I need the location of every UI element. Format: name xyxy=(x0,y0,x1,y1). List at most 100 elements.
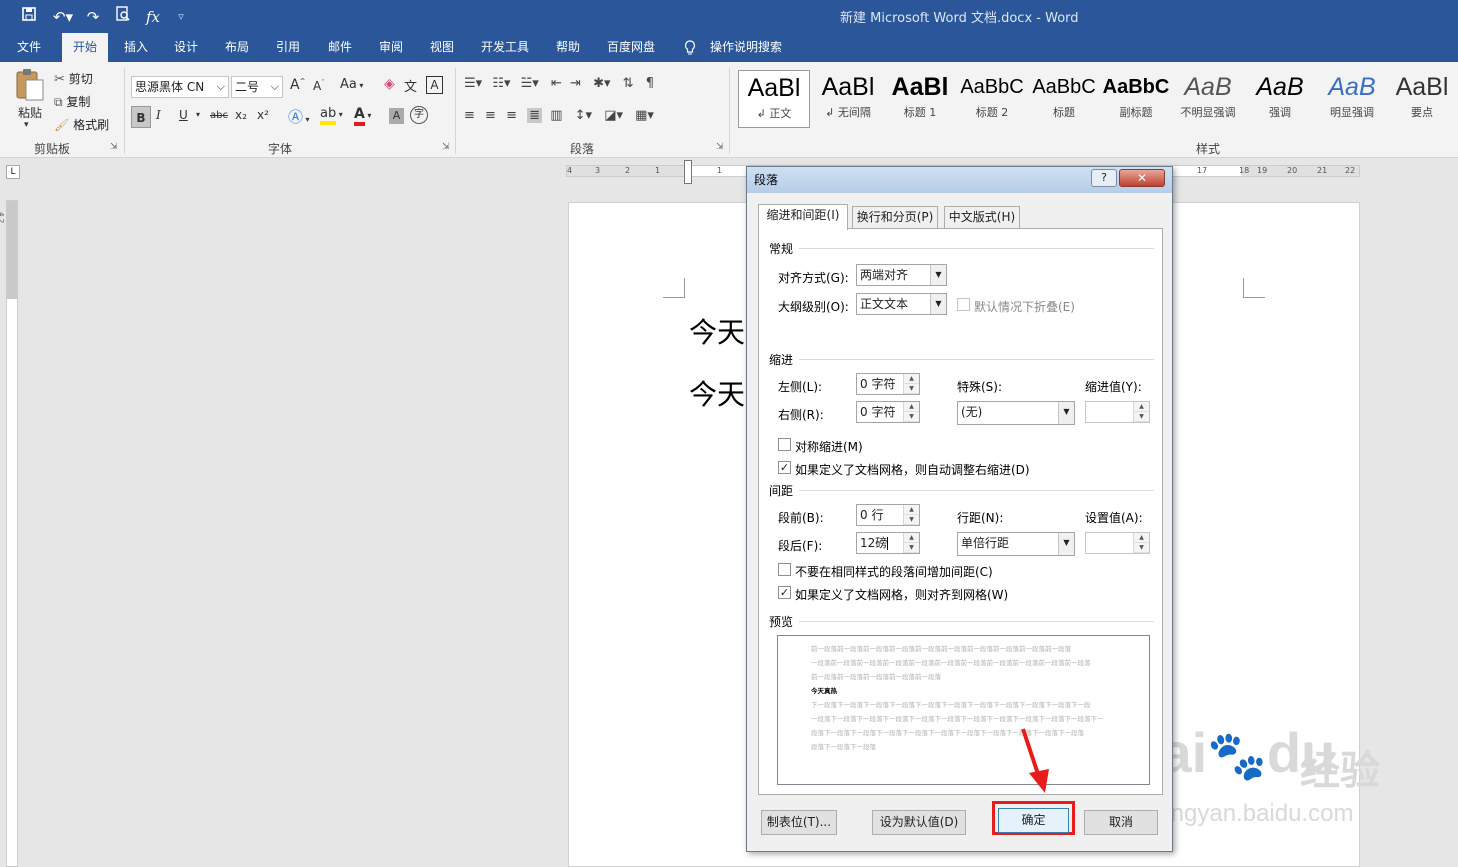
borders-icon[interactable]: ▦▾ xyxy=(635,108,654,123)
multilevel-list-icon[interactable]: ☱▾ xyxy=(521,76,539,91)
font-name-combo[interactable]: 思源黑体 CN ⌵ xyxy=(131,76,229,98)
decrease-indent-icon[interactable]: ⇤ xyxy=(551,76,562,91)
spacing-after-input[interactable]: 12磅 ▲ ▼ xyxy=(856,532,920,554)
close-icon[interactable]: ✕ xyxy=(1119,169,1165,187)
tab-help[interactable]: 帮助 xyxy=(546,33,590,62)
mirror-indent-checkbox[interactable] xyxy=(778,438,791,451)
ok-button[interactable]: 确定 xyxy=(998,808,1069,833)
tell-me-search[interactable]: 操作说明搜索 xyxy=(704,33,788,62)
highlight-icon[interactable]: ab ▾ xyxy=(320,106,343,125)
style-no-spacing[interactable]: AaBl ↲ 无间隔 xyxy=(812,70,884,128)
change-case-button[interactable]: Aa ▾ xyxy=(340,77,363,92)
spinner[interactable]: ▲ ▼ xyxy=(903,374,919,394)
tab-review[interactable]: 审阅 xyxy=(369,33,413,62)
style-subtle-emphasis[interactable]: AaB 不明显强调 xyxy=(1172,70,1244,128)
spacing-before-input[interactable]: 0 行 ▲ ▼ xyxy=(856,504,920,526)
bold-button[interactable]: B xyxy=(131,106,151,128)
style-normal[interactable]: AaBl ↲ 正文 xyxy=(738,70,810,128)
style-intense-emphasis[interactable]: AaB 明显强调 xyxy=(1316,70,1388,128)
auto-adjust-indent-checkbox[interactable]: ✓ xyxy=(778,461,791,474)
distributed-icon[interactable]: ▥ xyxy=(550,108,562,123)
paragraph-launcher-icon[interactable]: ⇲ xyxy=(716,142,724,152)
spinner[interactable]: ▲ ▼ xyxy=(903,402,919,422)
indent-by-input[interactable]: ▲ ▼ xyxy=(1085,401,1150,423)
character-border-icon[interactable]: A xyxy=(426,76,443,94)
tab-indents-spacing[interactable]: 缩进和间距(I) xyxy=(758,204,848,230)
strikethrough-button[interactable]: abc xyxy=(210,110,228,121)
align-left-icon[interactable]: ≡ xyxy=(464,108,475,123)
snap-to-grid-checkbox[interactable]: ✓ xyxy=(778,586,791,599)
set-default-button[interactable]: 设为默认值(D) xyxy=(872,810,966,835)
italic-button[interactable]: I xyxy=(156,108,161,122)
tab-home[interactable]: 开始 xyxy=(62,33,108,62)
document-line-2[interactable]: 今天 xyxy=(689,373,745,413)
style-emphasis[interactable]: AaB 强调 xyxy=(1244,70,1316,128)
indent-marker[interactable] xyxy=(684,160,692,184)
increase-indent-icon[interactable]: ⇥ xyxy=(570,76,581,91)
spinner[interactable]: ▲ ▼ xyxy=(1133,402,1149,422)
help-button[interactable]: ? xyxy=(1091,169,1117,187)
outline-level-select[interactable]: 正文文本 ▼ xyxy=(856,293,947,315)
tab-mailings[interactable]: 邮件 xyxy=(318,33,362,62)
cut-button[interactable]: ✂ 剪切 xyxy=(54,70,114,88)
no-space-same-style-checkbox[interactable] xyxy=(778,563,791,576)
superscript-button[interactable]: x² xyxy=(257,108,269,122)
print-preview-icon[interactable] xyxy=(112,6,134,28)
tab-layout[interactable]: 布局 xyxy=(215,33,259,62)
spacing-at-input[interactable]: ▲ ▼ xyxy=(1085,532,1150,554)
line-spacing-select[interactable]: 单倍行距 ▼ xyxy=(957,532,1075,556)
tab-asian-typography[interactable]: 中文版式(H) xyxy=(944,206,1020,229)
font-launcher-icon[interactable]: ⇲ xyxy=(442,142,450,152)
chinese-layout-icon[interactable]: ✱▾ xyxy=(593,76,610,91)
clear-formatting-icon[interactable]: ◈ xyxy=(384,76,395,92)
sort-icon[interactable]: ⇅ xyxy=(623,76,634,91)
underline-dropdown-icon[interactable]: ▾ xyxy=(196,110,200,119)
copy-button[interactable]: ⧉ 复制 xyxy=(54,93,114,111)
tabs-button[interactable]: 制表位(T)... xyxy=(761,810,837,835)
indent-right-input[interactable]: 0 字符 ▲ ▼ xyxy=(856,401,920,423)
undo-icon[interactable]: ↶▾ xyxy=(50,6,76,28)
bullets-icon[interactable]: ☰▾ xyxy=(464,76,482,91)
shading-icon[interactable]: ◪▾ xyxy=(604,108,623,123)
customize-qa-icon[interactable]: ▿ xyxy=(170,6,192,28)
show-marks-icon[interactable]: ¶ xyxy=(646,76,654,91)
numbering-icon[interactable]: ☷▾ xyxy=(492,76,510,91)
clipboard-launcher-icon[interactable]: ⇲ xyxy=(110,142,118,152)
tab-line-page-breaks[interactable]: 换行和分页(P) xyxy=(852,206,938,229)
text-effects-icon[interactable]: Ⓐ ▾ xyxy=(288,106,310,127)
paste-button[interactable]: 粘贴 xyxy=(14,104,46,121)
spinner[interactable]: ▲ ▼ xyxy=(1133,533,1149,553)
style-heading-2[interactable]: AaBbC 标题 2 xyxy=(956,70,1028,128)
spinner[interactable]: ▲ ▼ xyxy=(903,505,919,525)
collapse-checkbox[interactable] xyxy=(957,298,970,311)
justify-icon[interactable]: ≣ xyxy=(527,108,543,123)
grow-font-icon[interactable]: A^ xyxy=(290,77,305,93)
font-color-icon[interactable]: A ▾ xyxy=(354,106,371,126)
font-size-combo[interactable]: 二号 ⌵ xyxy=(231,76,283,98)
indent-left-input[interactable]: 0 字符 ▲ ▼ xyxy=(856,373,920,395)
fx-button[interactable]: fx xyxy=(142,6,164,28)
paste-dropdown-icon[interactable]: ▾ xyxy=(24,120,29,130)
redo-icon[interactable]: ↷ xyxy=(82,6,104,28)
style-strong[interactable]: AaBl 要点 xyxy=(1386,70,1458,128)
style-subtitle[interactable]: AaBbC 副标题 xyxy=(1100,70,1172,128)
tab-file[interactable]: 文件 xyxy=(4,33,54,62)
tab-view[interactable]: 视图 xyxy=(420,33,464,62)
style-heading-1[interactable]: AaBl 标题 1 xyxy=(884,70,956,128)
vertical-ruler[interactable] xyxy=(6,200,18,867)
special-indent-select[interactable]: (无) ▼ xyxy=(957,401,1075,425)
phonetic-guide-icon[interactable]: 文 xyxy=(404,76,417,95)
save-icon[interactable] xyxy=(18,6,40,28)
align-right-icon[interactable]: ≡ xyxy=(506,108,517,123)
tab-developer[interactable]: 开发工具 xyxy=(472,33,538,62)
line-spacing-icon[interactable]: ↕▾ xyxy=(575,108,592,123)
cancel-button[interactable]: 取消 xyxy=(1084,810,1158,835)
character-shading-icon[interactable]: A xyxy=(389,108,404,124)
tab-insert[interactable]: 插入 xyxy=(114,33,158,62)
subscript-button[interactable]: x₂ xyxy=(235,108,247,122)
tab-references[interactable]: 引用 xyxy=(266,33,310,62)
spinner[interactable]: ▲ ▼ xyxy=(903,533,919,553)
tab-design[interactable]: 设计 xyxy=(164,33,208,62)
underline-button[interactable]: U xyxy=(179,108,188,122)
shrink-font-icon[interactable]: Aˇ xyxy=(313,79,325,93)
